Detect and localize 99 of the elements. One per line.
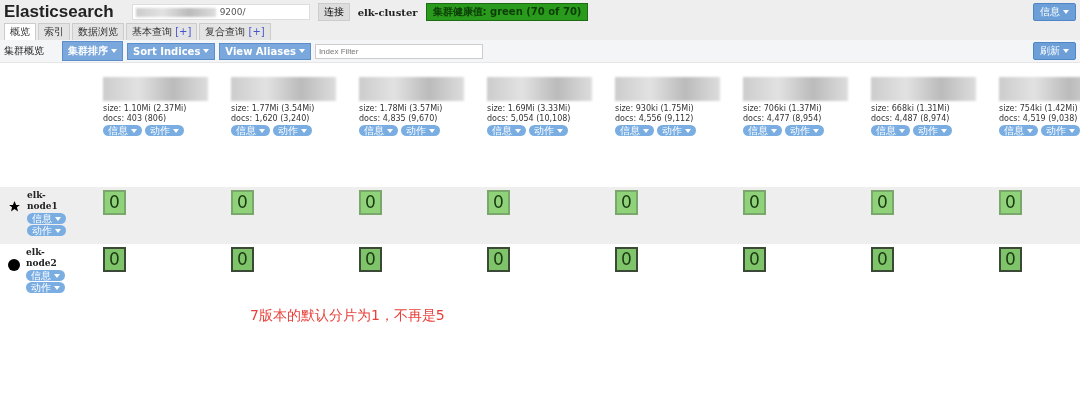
index-docs: docs: 4,487 (8,974)	[871, 114, 951, 123]
index-size: size: 754ki (1.42Mi)	[999, 104, 1079, 113]
index-docs: docs: 403 (806)	[103, 114, 168, 123]
index-menu-button[interactable]: 信息	[871, 125, 910, 136]
tab[interactable]: 概览	[4, 23, 36, 40]
dropdown-button[interactable]: 集群排序	[62, 41, 123, 61]
caret-icon	[1063, 10, 1069, 14]
index-size: size: 706ki (1.37Mi)	[743, 104, 823, 113]
index-menu-button[interactable]: 动作	[529, 125, 568, 136]
index-docs: docs: 4,477 (8,954)	[743, 114, 823, 123]
dropdown-button[interactable]: View Aliases	[219, 42, 311, 60]
index-menu-button[interactable]: 信息	[487, 125, 526, 136]
app-title: Elasticsearch	[4, 2, 114, 22]
node-name: elk-node2	[26, 247, 58, 269]
index-size: size: 930ki (1.75Mi)	[615, 104, 695, 113]
caret-icon	[429, 128, 435, 133]
tab[interactable]: 数据浏览	[72, 23, 124, 40]
shard[interactable]: 0	[103, 190, 126, 215]
shard[interactable]: 0	[871, 247, 894, 272]
index-docs: docs: 4,556 (9,112)	[615, 114, 695, 123]
caret-icon	[1027, 128, 1033, 133]
index-size: size: 1.78Mi (3.57Mi)	[359, 104, 444, 113]
caret-icon	[643, 128, 649, 133]
index-menu-button[interactable]: 动作	[657, 125, 696, 136]
index-menu-button[interactable]: 信息	[231, 125, 270, 136]
annotation-note: 7版本的默认分片为1，不再是5	[250, 307, 446, 325]
caret-icon	[203, 49, 210, 53]
cluster-health: 集群健康值: green (70 of 70)	[425, 3, 589, 21]
caret-icon	[173, 128, 179, 133]
shard[interactable]: 0	[359, 190, 382, 215]
index-menu-button[interactable]: 动作	[913, 125, 952, 136]
shard[interactable]: 0	[487, 247, 510, 272]
index-docs: docs: 1,620 (3,240)	[231, 114, 311, 123]
index-size: size: 1.69Mi (3.33Mi)	[487, 104, 572, 113]
node-name: elk-node1	[27, 190, 59, 212]
star-icon	[8, 200, 21, 213]
section-title: 集群概览	[4, 44, 44, 58]
shard[interactable]: 0	[231, 247, 254, 272]
index-menu-button[interactable]: 信息	[615, 125, 654, 136]
shard[interactable]: 0	[743, 247, 766, 272]
index-docs: docs: 4,835 (9,670)	[359, 114, 439, 123]
caret-icon	[259, 128, 265, 133]
caret-icon	[557, 128, 563, 133]
index-menu-button[interactable]: 信息	[103, 125, 142, 136]
caret-icon	[54, 285, 60, 290]
caret-icon	[301, 128, 307, 133]
tab[interactable]: 索引	[38, 23, 70, 40]
caret-icon	[387, 128, 393, 133]
node-menu-button[interactable]: 动作	[27, 225, 66, 236]
info-button[interactable]: 信息	[1033, 3, 1076, 21]
node-menu-button[interactable]: 信息	[27, 213, 66, 224]
index-docs: docs: 5,054 (10,108)	[487, 114, 572, 123]
caret-icon	[515, 128, 521, 133]
index-menu-button[interactable]: 信息	[743, 125, 782, 136]
caret-icon	[1069, 128, 1075, 133]
index-size: size: 668ki (1.31Mi)	[871, 104, 951, 113]
url-field[interactable]: 9200/	[131, 4, 310, 20]
shard[interactable]: 0	[487, 190, 510, 215]
cluster-name: elk-cluster	[357, 6, 418, 18]
index-menu-button[interactable]: 动作	[785, 125, 824, 136]
index-filter-field[interactable]: Index Filter	[314, 43, 483, 59]
dropdown-button[interactable]: Sort Indices	[127, 42, 216, 60]
shard[interactable]: 0	[743, 190, 766, 215]
connect-button[interactable]: 连接	[317, 3, 350, 21]
caret-icon	[1063, 49, 1069, 53]
shard[interactable]: 0	[231, 190, 254, 215]
caret-icon	[55, 216, 61, 221]
tab[interactable]: 复合查询 [+]	[199, 23, 271, 40]
caret-icon	[899, 128, 905, 133]
node-menu-button[interactable]: 动作	[26, 282, 65, 293]
shard[interactable]: 0	[999, 247, 1022, 272]
index-size: size: 1.77Mi (3.54Mi)	[231, 104, 316, 113]
index-size: size: 1.10Mi (2.37Mi)	[103, 104, 188, 113]
shard[interactable]: 0	[871, 190, 894, 215]
index-docs: docs: 4,519 (9,038)	[999, 114, 1079, 123]
caret-icon	[54, 273, 60, 278]
index-menu-button[interactable]: 动作	[145, 125, 184, 136]
tab[interactable]: 基本查询 [+]	[126, 23, 198, 40]
shard[interactable]: 0	[103, 247, 126, 272]
circle-icon	[8, 259, 20, 271]
index-menu-button[interactable]: 信息	[359, 125, 398, 136]
caret-icon	[813, 128, 819, 133]
caret-icon	[685, 128, 691, 133]
shard[interactable]: 0	[615, 190, 638, 215]
shard[interactable]: 0	[999, 190, 1022, 215]
refresh-button[interactable]: 刷新	[1033, 42, 1076, 60]
shard[interactable]: 0	[359, 247, 382, 272]
caret-icon	[55, 228, 61, 233]
caret-icon	[131, 128, 137, 133]
node-menu-button[interactable]: 信息	[26, 270, 65, 281]
index-menu-button[interactable]: 信息	[999, 125, 1038, 136]
caret-icon	[941, 128, 947, 133]
index-menu-button[interactable]: 动作	[401, 125, 440, 136]
index-menu-button[interactable]: 动作	[273, 125, 312, 136]
shard[interactable]: 0	[615, 247, 638, 272]
caret-icon	[771, 128, 777, 133]
index-menu-button[interactable]: 动作	[1041, 125, 1080, 136]
caret-icon	[298, 49, 305, 53]
caret-icon	[111, 49, 117, 53]
